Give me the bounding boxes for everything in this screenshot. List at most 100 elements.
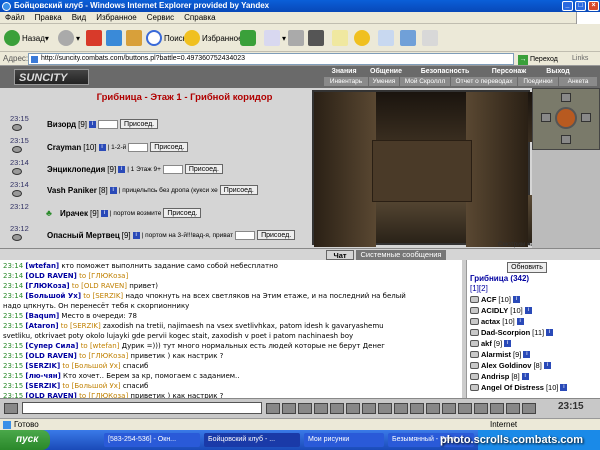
join-button[interactable]: Присоед. bbox=[184, 164, 223, 174]
npc-name[interactable]: Vash Paniker bbox=[47, 186, 97, 195]
refresh-button[interactable]: Обновить bbox=[507, 262, 547, 273]
chat-bubble-icon[interactable] bbox=[12, 168, 22, 175]
chat-nick[interactable]: [OLD RAVEN] bbox=[25, 352, 76, 360]
menu-help[interactable]: Справка bbox=[179, 13, 220, 22]
chat-tool-icon[interactable] bbox=[298, 403, 312, 414]
print-button[interactable] bbox=[288, 28, 306, 48]
chat-recipient[interactable]: to [ГЛЮКоза] bbox=[79, 352, 128, 360]
user-name[interactable]: akf bbox=[481, 339, 492, 348]
minimize-icon[interactable]: _ bbox=[562, 1, 573, 11]
info-icon[interactable]: i bbox=[89, 120, 97, 128]
forward-button[interactable]: ▾ bbox=[58, 28, 80, 48]
edit-button[interactable] bbox=[308, 28, 326, 48]
nav-inventory[interactable]: Инвентарь bbox=[324, 77, 368, 86]
refresh-button[interactable] bbox=[106, 28, 124, 48]
info-icon[interactable]: i bbox=[516, 318, 524, 325]
info-icon[interactable]: i bbox=[543, 362, 551, 369]
npc-input[interactable] bbox=[235, 230, 256, 240]
turn-left-icon[interactable] bbox=[541, 113, 551, 122]
nav-my-scroll[interactable]: Мой Скроллл bbox=[400, 77, 450, 86]
info-icon[interactable]: i bbox=[521, 373, 529, 380]
user-list-pages[interactable]: [1][2] bbox=[470, 284, 488, 293]
links-button[interactable]: Links bbox=[572, 52, 588, 66]
chat-menu-icon[interactable] bbox=[4, 403, 18, 414]
chat-recipient[interactable]: to [OLD RAVEN] bbox=[72, 282, 127, 290]
chat-tool-icon[interactable] bbox=[346, 403, 360, 414]
info-icon[interactable]: i bbox=[109, 186, 117, 194]
nav-knowledge[interactable]: Знания bbox=[324, 67, 364, 76]
compass-center-icon[interactable] bbox=[555, 107, 577, 129]
nav-profile[interactable]: Анкета bbox=[559, 77, 597, 86]
chat-recipient[interactable]: to [SERZIK] bbox=[61, 322, 101, 330]
chat-nick[interactable]: [Baqum] bbox=[25, 312, 59, 320]
npc-name[interactable]: Энциклопедия bbox=[47, 165, 105, 174]
chat-nick[interactable]: [ГЛЮКоза] bbox=[25, 282, 69, 290]
start-button[interactable]: пуск bbox=[0, 430, 50, 450]
chat-nick[interactable]: [wtefan] bbox=[25, 262, 59, 270]
join-button[interactable]: Присоед. bbox=[120, 119, 159, 129]
info-icon[interactable]: i bbox=[100, 209, 108, 217]
chat-tool-icon[interactable] bbox=[330, 403, 344, 414]
chat-tool-icon[interactable] bbox=[442, 403, 456, 414]
task-item[interactable]: [583-254-536] - Окн... bbox=[104, 433, 200, 447]
close-icon[interactable]: × bbox=[588, 1, 599, 11]
tool-button-3[interactable] bbox=[422, 28, 440, 48]
join-button[interactable]: Присоед. bbox=[257, 230, 296, 240]
chat-tool-icon[interactable] bbox=[458, 403, 472, 414]
chat-recipient[interactable]: to [SERZIK] bbox=[83, 292, 123, 300]
info-icon[interactable]: i bbox=[132, 231, 140, 239]
npc-input[interactable] bbox=[128, 142, 149, 152]
chat-recipient[interactable]: to [wtefan] bbox=[81, 342, 120, 350]
npc-input[interactable] bbox=[162, 164, 183, 174]
stop-button[interactable] bbox=[86, 28, 104, 48]
info-icon[interactable]: i bbox=[98, 143, 106, 151]
menu-file[interactable]: Файл bbox=[0, 13, 30, 22]
nav-character[interactable]: Персонаж bbox=[486, 67, 532, 76]
npc-input[interactable] bbox=[98, 119, 119, 129]
chat-input[interactable] bbox=[22, 402, 262, 414]
chat-nick[interactable]: [Супер Сила] bbox=[25, 342, 78, 350]
back-button[interactable]: Назад ▾ bbox=[4, 28, 49, 48]
send-icon[interactable] bbox=[266, 403, 280, 414]
nav-security[interactable]: Безопасность bbox=[414, 67, 476, 76]
private-message-icon[interactable] bbox=[470, 362, 479, 369]
private-message-icon[interactable] bbox=[470, 296, 479, 303]
nav-skills[interactable]: Умения bbox=[369, 77, 399, 86]
chat-tool-icon[interactable] bbox=[362, 403, 376, 414]
user-name[interactable]: Alex Goldinov bbox=[481, 361, 531, 370]
private-message-icon[interactable] bbox=[470, 384, 479, 391]
search-button[interactable]: Поиск bbox=[146, 28, 186, 48]
nav-exit[interactable]: Выход bbox=[540, 67, 576, 76]
task-item[interactable]: Бойцовский клуб - ... bbox=[204, 433, 300, 447]
private-message-icon[interactable] bbox=[470, 351, 479, 358]
menu-tools[interactable]: Сервис bbox=[142, 13, 179, 22]
chat-recipient[interactable]: to [Большой Ух] bbox=[62, 382, 120, 390]
user-name[interactable]: Dad-Scorpion bbox=[481, 328, 530, 337]
menu-edit[interactable]: Правка bbox=[30, 13, 67, 22]
nav-battles[interactable]: Поединки bbox=[518, 77, 558, 86]
npc-name[interactable]: Опасный Мертвец bbox=[47, 231, 120, 240]
chat-bubble-icon[interactable] bbox=[12, 190, 22, 197]
turn-right-icon[interactable] bbox=[581, 113, 591, 122]
info-icon[interactable]: i bbox=[504, 340, 512, 347]
user-name[interactable]: Andrisp bbox=[481, 372, 509, 381]
tool-button-1[interactable] bbox=[378, 28, 396, 48]
messenger-button[interactable] bbox=[332, 28, 350, 48]
info-icon[interactable]: i bbox=[512, 296, 520, 303]
chat-bubble-icon[interactable] bbox=[12, 234, 22, 241]
yandex-button[interactable] bbox=[354, 28, 372, 48]
private-message-icon[interactable] bbox=[470, 329, 479, 336]
move-back-icon[interactable] bbox=[561, 135, 571, 144]
join-button[interactable]: Присоед. bbox=[219, 185, 258, 195]
home-button[interactable] bbox=[126, 28, 144, 48]
user-name[interactable]: Alarmist bbox=[481, 350, 511, 359]
mail-button[interactable]: ▾ bbox=[264, 28, 286, 48]
chat-nick[interactable]: [Большой Ух] bbox=[25, 292, 81, 300]
chat-nick[interactable]: [SERZIK] bbox=[25, 382, 60, 390]
info-icon[interactable]: i bbox=[524, 307, 532, 314]
menu-favorites[interactable]: Избранное bbox=[91, 13, 142, 22]
chat-tool-icon[interactable] bbox=[314, 403, 328, 414]
user-name[interactable]: Angel Of Distress bbox=[481, 383, 544, 392]
chat-tool-icon[interactable] bbox=[522, 403, 536, 414]
npc-name[interactable]: Ирачек bbox=[60, 209, 88, 218]
